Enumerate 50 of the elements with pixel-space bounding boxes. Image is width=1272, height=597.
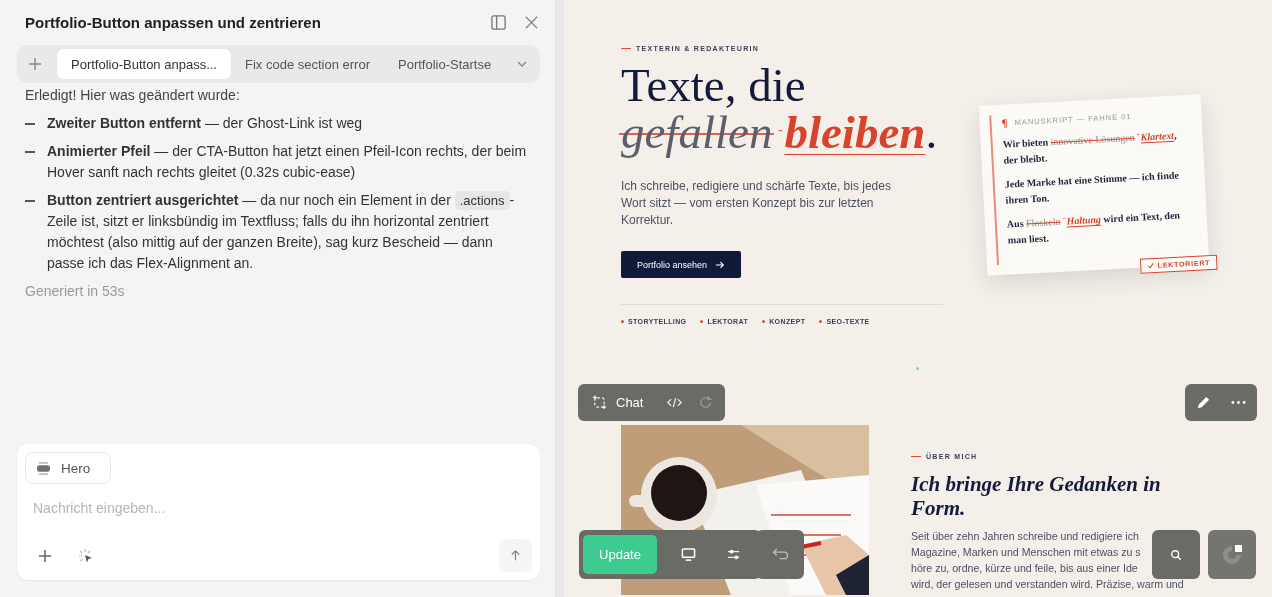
search-button[interactable] — [1152, 530, 1200, 579]
sparkle-frame-icon — [592, 395, 607, 410]
body-text: Magazine, Marken und Menschen mit etwas zu s — [911, 545, 1141, 560]
card-text: Jede Marke hat eine Stimme — ich finde ihren Ton. — [1004, 168, 1180, 208]
undo-icon — [771, 548, 789, 561]
new-tab-icon[interactable] — [27, 56, 43, 72]
close-icon[interactable] — [523, 14, 540, 31]
indicator-dot — [916, 367, 919, 370]
message-text: Zweiter Button entfernt — der Ghost-Link ist weg — [47, 114, 364, 133]
pilcrow-mark: ¶ — [1001, 116, 1009, 129]
add-icon[interactable] — [37, 547, 53, 564]
dash-icon — [25, 151, 35, 153]
bullet-dot-icon — [621, 320, 624, 323]
card-text: Wir bieten innovative Lösungen Klartext, der bleibt. — [1002, 128, 1178, 168]
message-text: Animierter Pfeil — der CTA-Button hat jetzt einen Pfeil-Icon rechts, der beim Hover sanft nach rechts gleitet (0.32s cubic-ease) — [47, 142, 528, 182]
lead-text: Ich schreibe, redigiere und schärfe Texte, bis jedes Wort sitzt — vom ersten Konzept bis zur letzten Korrektur. — [621, 178, 891, 229]
context-chip[interactable]: Hero — [25, 452, 112, 484]
logo-icon — [1220, 542, 1244, 567]
sliders-icon[interactable] — [726, 547, 741, 562]
body-text: Seit über zehn Jahren schreibe und redigiere ich — [911, 529, 1139, 544]
logo-button[interactable] — [1208, 530, 1256, 579]
generation-time: Generiert in 53s — [25, 282, 126, 301]
code-icon[interactable] — [667, 395, 683, 410]
undo-button[interactable] — [756, 530, 804, 579]
arrow-up-icon — [509, 549, 522, 562]
arrow-right-icon — [715, 259, 726, 270]
chat-title: Portfolio-Button anpassen und zentrieren — [25, 14, 322, 31]
body-text: höre zu, ordne, kürze und feile, bis aus einer Ide — [911, 561, 1138, 576]
message-input[interactable]: Nachricht eingeben... — [25, 484, 532, 516]
sidebar-toggle-icon[interactable] — [490, 14, 507, 31]
chat-tab[interactable]: Fix code section error — [231, 49, 384, 79]
card-text: Aus Floskeln Haltung wird ein Text, den man liest. — [1006, 208, 1182, 248]
section-icon — [36, 461, 51, 475]
chat-button[interactable]: Chat — [584, 395, 652, 410]
portfolio-button[interactable]: Portfolio ansehen — [621, 251, 742, 278]
chat-tab[interactable]: Portfolio-Startse — [384, 49, 506, 79]
bullet-dot-icon — [762, 320, 766, 323]
chat-tab[interactable]: Portfolio-Button anpass... — [57, 49, 231, 79]
message-text: Button zentriert ausgerichtet — da nur noch ein Element in der .actions -Zeile ist, sitzt er linksbündig im Textfluss; falls du ihn horizontal zentriert möchtest (also mittig auf der ganzen Breite), sag kurz Bescheid — dann passe ich das Flex-Alignment an. — [47, 190, 516, 273]
search-icon — [1170, 548, 1182, 561]
body-text: wird, der gelesen und verstanden wird. Präzise, warm und — [911, 577, 1184, 592]
bullet-dot-icon — [819, 320, 823, 323]
bullet-dot-icon — [700, 320, 704, 323]
section-heading: Ich bringe Ihre Gedanken in Form. — [911, 472, 1162, 520]
dash-icon — [25, 200, 35, 202]
dash-icon — [25, 123, 35, 125]
monitor-icon[interactable] — [681, 547, 696, 562]
cursor-select-icon[interactable] — [78, 547, 94, 564]
pencil-icon[interactable] — [1196, 395, 1211, 410]
message-text: Erledigt! Hier was geändert wurde: — [25, 86, 241, 105]
